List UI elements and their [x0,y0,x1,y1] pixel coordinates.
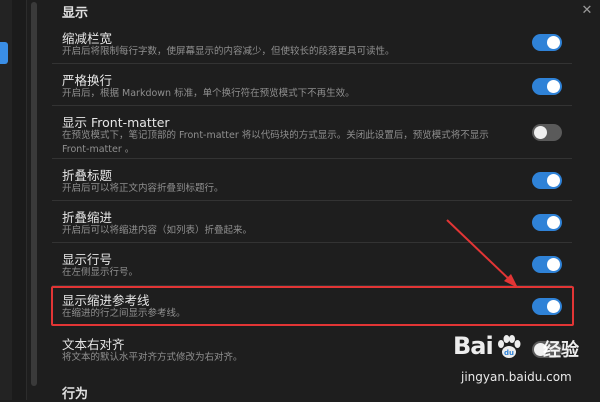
svg-text:du: du [504,349,514,357]
watermark-url: jingyan.baidu.com [461,370,572,384]
baidu-watermark: Bai du 经验 jingyan.baidu.com [445,330,595,396]
paw-icon: du [498,335,521,358]
watermark-brand: Bai [453,332,494,360]
arrow-line [446,219,513,283]
watermark-jingyan: 经验 [543,340,579,361]
